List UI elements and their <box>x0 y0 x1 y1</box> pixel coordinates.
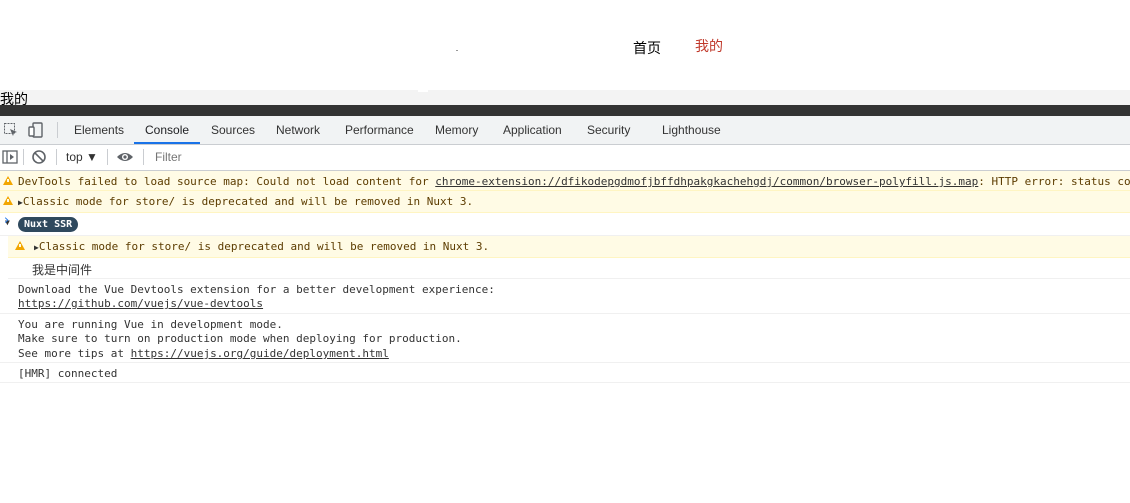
inspect-element-icon[interactable] <box>3 122 19 138</box>
warning-icon <box>3 176 13 185</box>
message-text: See more tips at <box>18 347 131 360</box>
sidebar-toggle-icon[interactable] <box>2 149 18 165</box>
chevron-prompt-icon[interactable]: › <box>4 213 9 228</box>
nav-link-home[interactable]: 首页 <box>633 38 661 58</box>
message-text: : HTTP error: status code 404, net::ERR_… <box>978 175 1130 188</box>
console-message-warning[interactable]: ▶Classic mode for store/ is deprecated a… <box>0 191 1130 213</box>
tab-lighthouse[interactable]: Lighthouse <box>662 116 721 144</box>
console-message-log: Download the Vue Devtools extension for … <box>0 279 1130 314</box>
vue-devtools-link[interactable]: https://github.com/vuejs/vue-devtools <box>18 297 263 310</box>
tab-console[interactable]: Console <box>134 116 201 144</box>
nav-link-mine[interactable]: 我的 <box>695 36 723 56</box>
page-dot <box>456 50 458 51</box>
message-text: 我是中间件 <box>32 263 93 277</box>
tab-elements[interactable]: Elements <box>74 116 124 144</box>
context-selector[interactable]: top ▼ <box>66 150 98 164</box>
tab-application[interactable]: Application <box>503 116 562 144</box>
vue-deployment-link[interactable]: https://vuejs.org/guide/deployment.html <box>131 347 389 360</box>
tab-network[interactable]: Network <box>276 116 320 144</box>
devtools-resizer[interactable] <box>0 105 1130 116</box>
device-toolbar-icon[interactable] <box>28 122 44 138</box>
tab-performance[interactable]: Performance <box>345 116 414 144</box>
page-content-strip <box>0 90 1130 105</box>
message-text: DevTools failed to load source map: Coul… <box>18 175 436 188</box>
web-page: 首页 我的 我的 <box>0 0 1130 108</box>
tab-security[interactable]: Security <box>587 116 630 144</box>
console-message-warning: DevTools failed to load source map: Coul… <box>0 171 1130 191</box>
console-toolbar: top ▼ <box>0 145 1130 171</box>
clear-console-icon[interactable] <box>31 149 47 165</box>
group-badge: Nuxt SSR <box>18 217 79 232</box>
console-message-log: [HMR] connected <box>0 363 1130 383</box>
message-text: [HMR] connected <box>18 367 118 380</box>
message-text: Make sure to turn on production mode whe… <box>18 332 462 345</box>
console-message-warning[interactable]: ▶Classic mode for store/ is deprecated a… <box>8 236 1130 258</box>
eye-icon[interactable] <box>116 149 133 165</box>
console-filter-input[interactable] <box>150 148 1130 166</box>
message-text: Download the Vue Devtools extension for … <box>18 283 495 296</box>
message-text: You are running Vue in development mode. <box>18 318 283 331</box>
message-text: Classic mode for store/ is deprecated an… <box>38 240 490 253</box>
tab-memory[interactable]: Memory <box>435 116 478 144</box>
warning-icon <box>15 241 25 250</box>
console-messages: DevTools failed to load source map: Coul… <box>0 171 1130 503</box>
console-message-log: You are running Vue in development mode.… <box>0 314 1130 363</box>
devtools-tabbar: Elements Console Sources Network Perform… <box>0 116 1130 145</box>
source-map-link[interactable]: chrome-extension://dfikodepgdmofjbffdhpa… <box>435 175 978 188</box>
warning-icon <box>3 196 13 205</box>
tabbar-separator <box>57 122 58 138</box>
console-group-header[interactable]: ▼ Nuxt SSR <box>0 213 1130 236</box>
message-text: Classic mode for store/ is deprecated an… <box>22 195 474 208</box>
console-message-log: 我是中间件 <box>8 258 1130 279</box>
tab-sources[interactable]: Sources <box>211 116 255 144</box>
